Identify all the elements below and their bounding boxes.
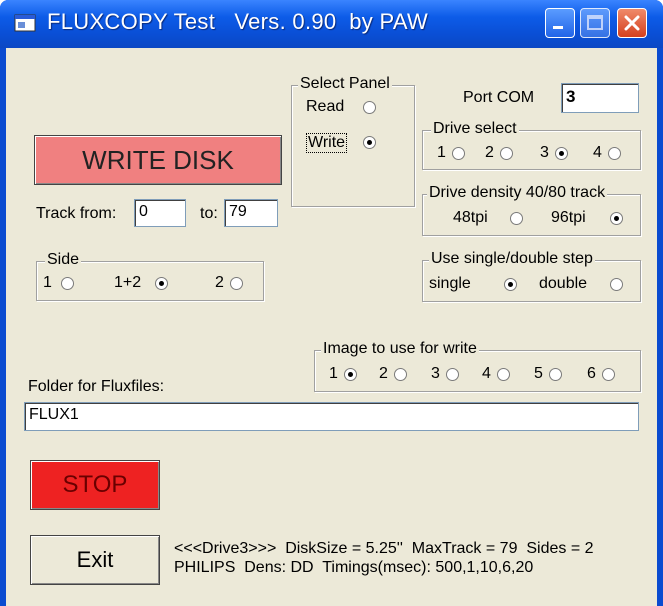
track-to-value: 79 xyxy=(229,203,247,220)
image-group: Image to use for write 1 2 3 4 5 6 xyxy=(314,340,641,392)
write-option-label: Write xyxy=(306,133,348,153)
image-6-radio[interactable] xyxy=(602,368,615,381)
density-48tpi-label: 48tpi xyxy=(453,209,488,226)
folder-label: Folder for Fluxfiles: xyxy=(28,378,165,395)
image-group-title: Image to use for write xyxy=(321,340,479,358)
image-2-label: 2 xyxy=(379,365,388,382)
select-panel-title: Select Panel xyxy=(298,75,392,93)
read-option-label: Read xyxy=(306,98,345,115)
side-option-1plus2-label: 1+2 xyxy=(114,274,142,291)
drive-2-radio[interactable] xyxy=(500,147,513,160)
minimize-icon xyxy=(553,26,563,29)
track-from-value: 0 xyxy=(139,203,148,220)
side-group: Side 1 1+2 2 xyxy=(36,251,264,301)
step-group: Use single/double step single double xyxy=(422,250,641,302)
side-option-1-label: 1 xyxy=(43,274,52,291)
drive-density-title: Drive density 40/80 track xyxy=(427,184,608,202)
drive-2-label: 2 xyxy=(485,144,494,161)
maximize-button[interactable] xyxy=(580,8,610,38)
write-disk-button[interactable]: WRITE DISK xyxy=(34,135,282,185)
image-6-label: 6 xyxy=(587,365,596,382)
density-96tpi-radio[interactable] xyxy=(610,212,623,225)
drive-4-radio[interactable] xyxy=(608,147,621,160)
track-from-input[interactable]: 0 xyxy=(134,199,186,227)
port-com-input[interactable]: 3 xyxy=(561,83,639,113)
image-5-label: 5 xyxy=(534,365,543,382)
window-title: FLUXCOPY Test Vers. 0.90 by PAW xyxy=(47,9,429,34)
client-area: WRITE DISK Track from: 0 to: 79 Side 1 1… xyxy=(6,48,657,606)
drive-4-label: 4 xyxy=(593,144,602,161)
close-icon xyxy=(624,15,640,31)
step-single-radio[interactable] xyxy=(504,278,517,291)
status-line-1: <<<Drive3>>> DiskSize = 5.25'' MaxTrack … xyxy=(174,540,594,557)
image-4-radio[interactable] xyxy=(497,368,510,381)
app-window: FLUXCOPY Test Vers. 0.90 by PAW WRITE DI… xyxy=(0,0,663,606)
minimize-button[interactable] xyxy=(545,8,575,38)
image-2-radio[interactable] xyxy=(394,368,407,381)
step-single-label: single xyxy=(429,275,471,292)
track-from-label: Track from: xyxy=(36,205,117,222)
side-option-1-radio[interactable] xyxy=(61,277,74,290)
side-option-1plus2-radio[interactable] xyxy=(155,277,168,290)
track-to-label: to: xyxy=(200,205,218,222)
drive-select-group: Drive select 1 2 3 4 xyxy=(422,120,641,170)
stop-label: STOP xyxy=(62,471,128,498)
image-3-label: 3 xyxy=(431,365,440,382)
close-button[interactable] xyxy=(617,8,647,38)
density-96tpi-label: 96tpi xyxy=(551,209,586,226)
drive-3-label: 3 xyxy=(540,144,549,161)
drive-3-radio[interactable] xyxy=(555,147,568,160)
write-option-radio[interactable] xyxy=(363,136,376,149)
step-group-title: Use single/double step xyxy=(429,250,595,268)
density-48tpi-radio[interactable] xyxy=(510,212,523,225)
step-double-label: double xyxy=(539,275,588,292)
side-option-2-label: 2 xyxy=(215,274,224,291)
folder-value: FLUX1 xyxy=(29,406,79,423)
exit-button[interactable]: Exit xyxy=(30,535,160,585)
status-line-2: PHILIPS Dens: DD Timings(msec): 500,1,10… xyxy=(174,559,534,576)
image-4-label: 4 xyxy=(482,365,491,382)
folder-input[interactable]: FLUX1 xyxy=(24,402,639,431)
image-1-radio[interactable] xyxy=(344,368,357,381)
image-1-label: 1 xyxy=(329,365,338,382)
drive-1-radio[interactable] xyxy=(452,147,465,160)
app-icon xyxy=(14,14,36,32)
track-to-input[interactable]: 79 xyxy=(224,199,278,227)
side-option-2-radio[interactable] xyxy=(230,277,243,290)
stop-button[interactable]: STOP xyxy=(30,460,160,510)
image-5-radio[interactable] xyxy=(549,368,562,381)
select-panel-group: Select Panel Read Write xyxy=(291,75,415,207)
step-double-radio[interactable] xyxy=(610,278,623,291)
read-option-radio[interactable] xyxy=(363,101,376,114)
exit-label: Exit xyxy=(76,547,114,572)
title-bar[interactable]: FLUXCOPY Test Vers. 0.90 by PAW xyxy=(0,0,663,48)
port-com-label: Port COM xyxy=(463,89,535,106)
maximize-icon xyxy=(587,15,603,30)
port-com-value: 3 xyxy=(566,87,576,106)
image-3-radio[interactable] xyxy=(446,368,459,381)
side-group-title: Side xyxy=(45,251,82,269)
write-disk-label: WRITE DISK xyxy=(82,145,234,175)
drive-1-label: 1 xyxy=(437,144,446,161)
drive-select-title: Drive select xyxy=(431,120,519,138)
drive-density-group: Drive density 40/80 track 48tpi 96tpi xyxy=(422,184,641,236)
